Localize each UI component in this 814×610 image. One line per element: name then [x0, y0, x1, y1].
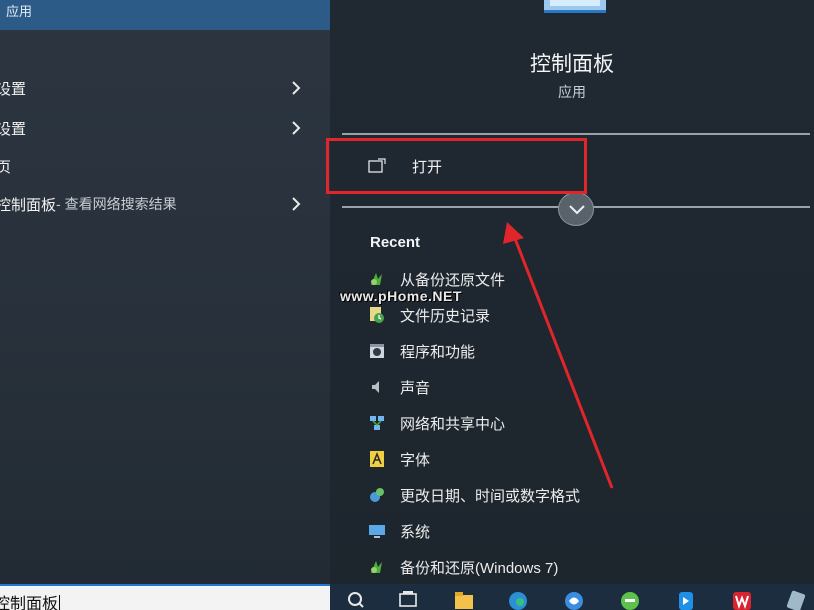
recent-item-label: 从备份还原文件 — [400, 271, 506, 289]
text-caret — [59, 595, 61, 610]
chevron-right-icon[interactable] — [288, 194, 304, 214]
browser-icon[interactable] — [562, 588, 586, 610]
open-action[interactable]: 打开 — [342, 138, 810, 194]
recent-item-label: 更改日期、时间或数字格式 — [400, 487, 581, 505]
taskbar — [330, 584, 814, 610]
top-result-item[interactable]: 应用 — [0, 0, 330, 30]
task-view-icon[interactable] — [396, 588, 420, 610]
chevron-right-icon[interactable] — [288, 78, 304, 98]
watermark: www.pHome.NET — [340, 288, 462, 304]
recent-item-label: 网络和共享中心 — [400, 415, 506, 433]
collapse-button[interactable] — [558, 192, 594, 226]
backup-restore-icon — [368, 270, 386, 288]
programs-icon — [368, 342, 386, 360]
app-title: 控制面板 — [530, 53, 614, 76]
search-input[interactable]: 控制面板 — [0, 584, 330, 610]
result-label: 设置 — [0, 120, 27, 138]
control-panel-icon — [544, 0, 606, 16]
result-item-settings-1[interactable]: 设置 — [0, 70, 322, 106]
result-item-page[interactable]: 页 — [0, 148, 322, 184]
open-icon — [368, 158, 386, 174]
app-icon[interactable] — [674, 588, 698, 610]
wps-icon[interactable] — [730, 588, 754, 610]
result-label: 控制面板 — [0, 196, 57, 214]
result-label: 设置 — [0, 80, 27, 98]
recent-item[interactable]: 文件历史记录 — [368, 300, 788, 330]
app-icon[interactable] — [784, 588, 808, 610]
recent-item[interactable]: 网络和共享中心 — [368, 408, 788, 438]
recent-item[interactable]: 字体 — [368, 444, 788, 474]
recent-item[interactable]: 更改日期、时间或数字格式 — [368, 480, 788, 510]
recent-item-label: 备份和还原(Windows 7) — [400, 559, 559, 577]
file-history-icon — [368, 306, 386, 324]
recent-item[interactable]: 程序和功能 — [368, 336, 788, 366]
recent-item[interactable]: 声音 — [368, 372, 788, 402]
search-value: 控制面板 — [0, 596, 59, 610]
region-icon — [368, 486, 386, 504]
recent-item[interactable]: 系统 — [368, 516, 788, 546]
result-item-web-search[interactable]: 控制面板 - 查看网络搜索结果 — [0, 186, 322, 222]
app-icon[interactable] — [618, 588, 642, 610]
file-explorer-icon[interactable] — [452, 588, 476, 610]
result-label: 页 — [0, 158, 12, 176]
recent-item-label: 系统 — [400, 523, 431, 541]
recent-heading: Recent — [370, 234, 421, 251]
divider — [342, 133, 810, 135]
top-result-subtitle: 应用 — [6, 4, 33, 19]
fonts-icon — [368, 450, 386, 468]
network-icon — [368, 414, 386, 432]
recent-item-label: 声音 — [400, 379, 431, 397]
recent-item-label: 文件历史记录 — [400, 307, 491, 325]
system-icon — [368, 522, 386, 540]
backup-icon — [368, 558, 386, 576]
chevron-right-icon[interactable] — [288, 118, 304, 138]
app-type: 应用 — [558, 84, 586, 100]
chevron-down-icon — [569, 205, 585, 215]
recent-item[interactable]: 备份和还原(Windows 7) — [368, 552, 788, 582]
edge-icon[interactable] — [506, 588, 530, 610]
result-item-settings-2[interactable]: 设置 — [0, 110, 322, 146]
result-subtitle: - 查看网络搜索结果 — [56, 196, 177, 212]
sound-icon — [368, 378, 386, 396]
search-icon[interactable] — [344, 588, 368, 610]
open-label: 打开 — [412, 159, 443, 176]
recent-item-label: 字体 — [400, 451, 431, 469]
search-results-pane: 应用 设置 设置 页 控制面板 - 查看网络搜索结果 — [0, 0, 330, 584]
recent-item-label: 程序和功能 — [400, 343, 476, 361]
